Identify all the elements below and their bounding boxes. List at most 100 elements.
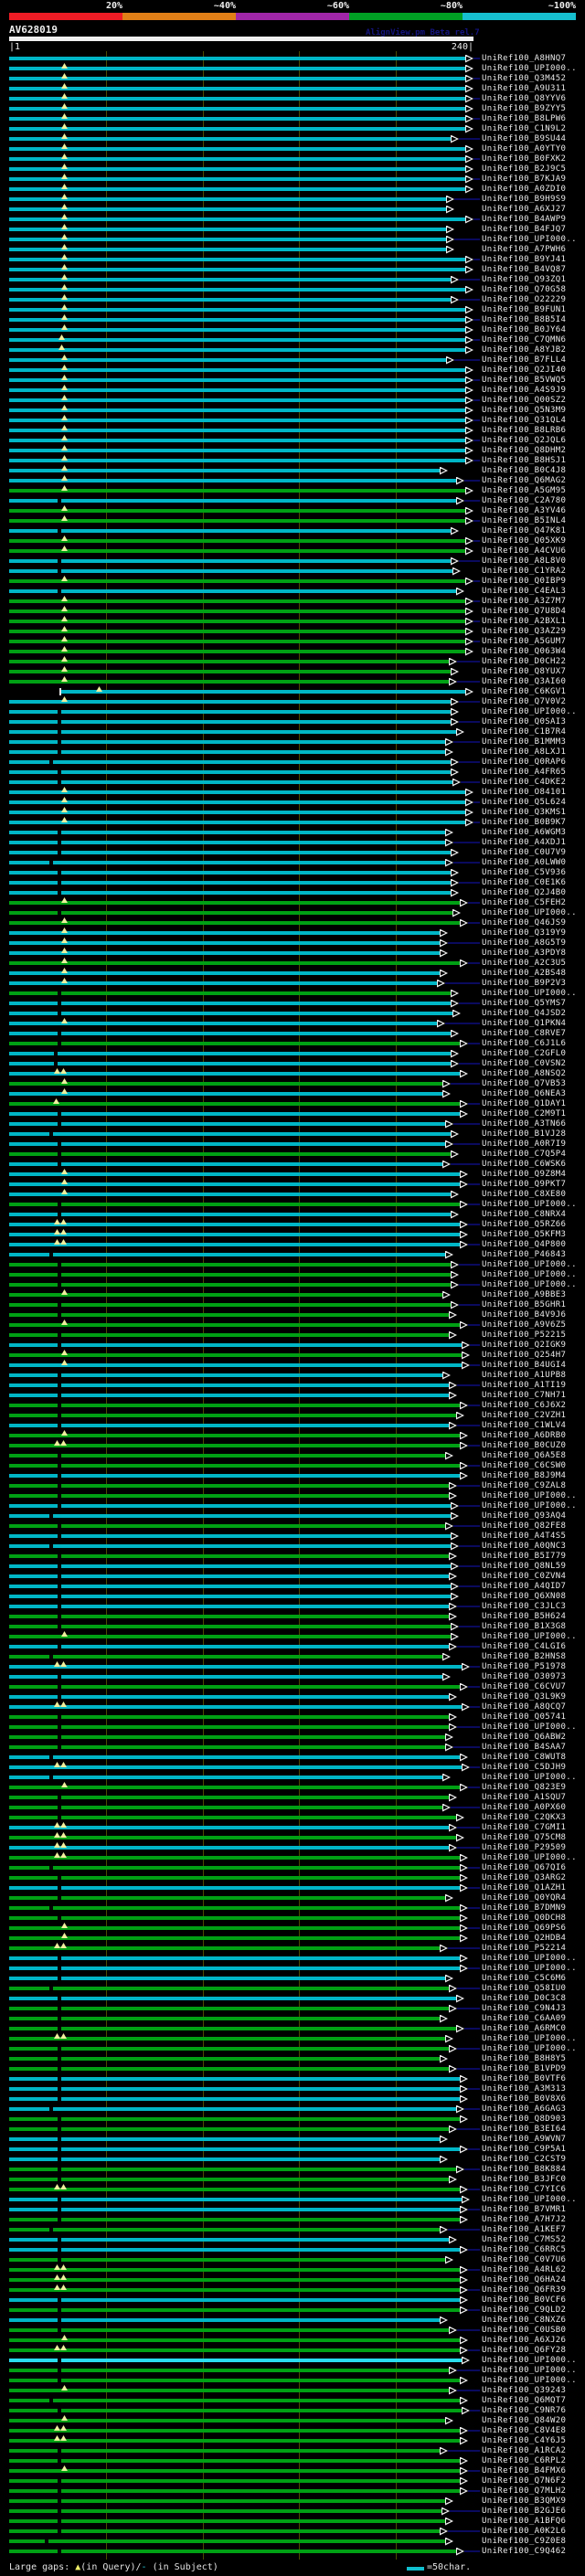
alignment-row[interactable]: UniRef100_UPI000..	[0, 1501, 585, 1511]
hit-bar[interactable]	[9, 1263, 452, 1267]
hit-label[interactable]: UniRef100_C9QLD2	[482, 2306, 566, 2316]
hit-label[interactable]: UniRef100_B9YJ41	[482, 255, 566, 265]
alignment-row[interactable]: UniRef100_B8HSJ1	[0, 455, 585, 466]
hit-bar[interactable]	[9, 1645, 450, 1648]
alignment-row[interactable]: UniRef100_Q2HDB4	[0, 1933, 585, 1944]
hit-label[interactable]: UniRef100_Q7U8D4	[482, 607, 566, 617]
hit-label[interactable]: UniRef100_C0USB0	[482, 2326, 566, 2336]
alignment-row[interactable]: UniRef100_Q6FR39	[0, 2284, 585, 2295]
hit-bar[interactable]	[9, 1082, 443, 1086]
hit-label[interactable]: UniRef100_A5GM95	[482, 486, 566, 496]
hit-label[interactable]: UniRef100_Q93AQ4	[482, 1511, 566, 1521]
alignment-row[interactable]: UniRef100_A1UPB8	[0, 1371, 585, 1381]
alignment-row[interactable]: UniRef100_C2M9T1	[0, 1109, 585, 1119]
hit-bar[interactable]	[9, 439, 466, 442]
hit-bar[interactable]	[9, 640, 466, 643]
hit-bar[interactable]	[9, 1353, 463, 1357]
alignment-row[interactable]: UniRef100_A1KEF7	[0, 2225, 585, 2235]
hit-bar[interactable]	[9, 1494, 450, 1498]
hit-label[interactable]: UniRef100_Q6XN08	[482, 1592, 566, 1602]
hit-label[interactable]: UniRef100_A8G5T9	[482, 938, 566, 949]
hit-bar[interactable]	[9, 971, 441, 975]
alignment-row[interactable]: UniRef100_A4XDJ1	[0, 838, 585, 848]
alignment-row[interactable]: UniRef100_Q0RAP6	[0, 758, 585, 768]
alignment-row[interactable]: UniRef100_B8LPW6	[0, 113, 585, 124]
alignment-row[interactable]: UniRef100_Q254H7	[0, 1350, 585, 1361]
hit-label[interactable]: UniRef100_UPI000..	[482, 1773, 577, 1783]
hit-label[interactable]: UniRef100_Q2HDB4	[482, 1934, 566, 1944]
hit-label[interactable]: UniRef100_C6CSW0	[482, 1461, 566, 1471]
alignment-row[interactable]: UniRef100_B0CUZ0	[0, 1440, 585, 1451]
hit-bar[interactable]	[9, 2077, 461, 2081]
alignment-row[interactable]: UniRef100_A4FR65	[0, 768, 585, 778]
hit-label[interactable]: UniRef100_A0PX60	[482, 1803, 566, 1813]
hit-label[interactable]: UniRef100_A0ZDI0	[482, 185, 566, 195]
hit-label[interactable]: UniRef100_B3JFC0	[482, 2175, 566, 2185]
alignment-row[interactable]: UniRef100_C7Q5P4	[0, 1150, 585, 1160]
hit-label[interactable]: UniRef100_Q8D903	[482, 2115, 566, 2125]
hit-bar[interactable]	[9, 680, 450, 684]
hit-label[interactable]: UniRef100_A8LXJ1	[482, 747, 566, 758]
alignment-row[interactable]: UniRef100_Q3M452	[0, 73, 585, 84]
hit-label[interactable]: UniRef100_B7VMR1	[482, 2205, 566, 2215]
hit-bar[interactable]	[9, 2298, 461, 2302]
alignment-row[interactable]: UniRef100_B8H8Y5	[0, 2054, 585, 2064]
hit-bar[interactable]	[9, 1484, 450, 1488]
alignment-row[interactable]: UniRef100_A4T4S5	[0, 1532, 585, 1542]
hit-bar[interactable]	[9, 2308, 461, 2312]
hit-bar[interactable]	[9, 338, 466, 342]
hit-label[interactable]: UniRef100_Q75CM8	[482, 1833, 566, 1843]
alignment-row[interactable]: UniRef100_C6AA09	[0, 2014, 585, 2024]
hit-label[interactable]: UniRef100_A4T4S5	[482, 1532, 566, 1542]
alignment-row[interactable]: UniRef100_Q8D903	[0, 2115, 585, 2125]
alignment-row[interactable]: UniRef100_Q0SAI3	[0, 717, 585, 727]
hit-label[interactable]: UniRef100_C4EAL3	[482, 587, 566, 597]
hit-bar[interactable]	[9, 1876, 461, 1880]
hit-bar[interactable]	[9, 2409, 463, 2412]
hit-label[interactable]: UniRef100_Q0DCH8	[482, 1913, 566, 1924]
alignment-row[interactable]: UniRef100_C7NH71	[0, 1391, 585, 1401]
hit-bar[interactable]	[9, 911, 453, 915]
hit-bar[interactable]	[9, 2228, 441, 2231]
hit-bar[interactable]	[9, 1987, 450, 1990]
alignment-row[interactable]: UniRef100_P52214	[0, 1943, 585, 1954]
alignment-row[interactable]: UniRef100_Q6MAG2	[0, 475, 585, 486]
hit-label[interactable]: UniRef100_UPI000..	[482, 2195, 577, 2205]
hit-bar[interactable]	[9, 308, 466, 312]
hit-label[interactable]: UniRef100_C7MS52	[482, 2235, 566, 2245]
alignment-row[interactable]: UniRef100_B9ZYY5	[0, 103, 585, 114]
hit-bar[interactable]	[9, 2017, 441, 2020]
hit-bar[interactable]	[9, 1303, 452, 1307]
alignment-row[interactable]: UniRef100_Q2JI40	[0, 365, 585, 376]
hit-bar[interactable]	[9, 1343, 463, 1347]
hit-bar[interactable]	[9, 770, 452, 774]
alignment-row[interactable]: UniRef100_B9FUN1	[0, 304, 585, 315]
hit-label[interactable]: UniRef100_A4RL62	[482, 2265, 566, 2275]
hit-bar[interactable]	[9, 147, 466, 151]
alignment-row[interactable]: UniRef100_A0K2L6	[0, 2527, 585, 2537]
hit-bar[interactable]	[9, 2047, 450, 2051]
hit-label[interactable]: UniRef100_A1UPB8	[482, 1371, 566, 1381]
hit-label[interactable]: UniRef100_UPI000..	[482, 1280, 577, 1290]
hit-bar[interactable]	[9, 258, 466, 261]
alignment-row[interactable]: UniRef100_B5INL4	[0, 515, 585, 526]
hit-label[interactable]: UniRef100_B9ZYY5	[482, 104, 566, 114]
alignment-row[interactable]: UniRef100_B0VCF6	[0, 2295, 585, 2306]
alignment-row[interactable]: UniRef100_C8NXZ6	[0, 2316, 585, 2326]
alignment-row[interactable]: UniRef100_B0FXK2	[0, 154, 585, 164]
hit-label[interactable]: UniRef100_A0QNC3	[482, 1542, 566, 1552]
hit-bar[interactable]	[9, 1534, 452, 1538]
hit-bar[interactable]	[9, 2539, 446, 2543]
hit-label[interactable]: UniRef100_C8V4E8	[482, 2426, 566, 2436]
hit-bar[interactable]	[9, 2067, 450, 2071]
hit-bar[interactable]	[9, 1243, 461, 1246]
hit-bar[interactable]	[9, 1414, 457, 1417]
alignment-row[interactable]: UniRef100_Q6NEA3	[0, 1088, 585, 1099]
alignment-row[interactable]: UniRef100_A1TI19	[0, 1381, 585, 1391]
alignment-row[interactable]: UniRef100_UPI000..	[0, 2195, 585, 2205]
hit-label[interactable]: UniRef100_C1WLV4	[482, 1421, 566, 1431]
alignment-row[interactable]: UniRef100_C8XE80	[0, 1189, 585, 1200]
alignment-row[interactable]: UniRef100_UPI000..	[0, 2356, 585, 2366]
hit-bar[interactable]	[9, 127, 466, 131]
alignment-row[interactable]: UniRef100_Q1PKN4	[0, 1018, 585, 1029]
